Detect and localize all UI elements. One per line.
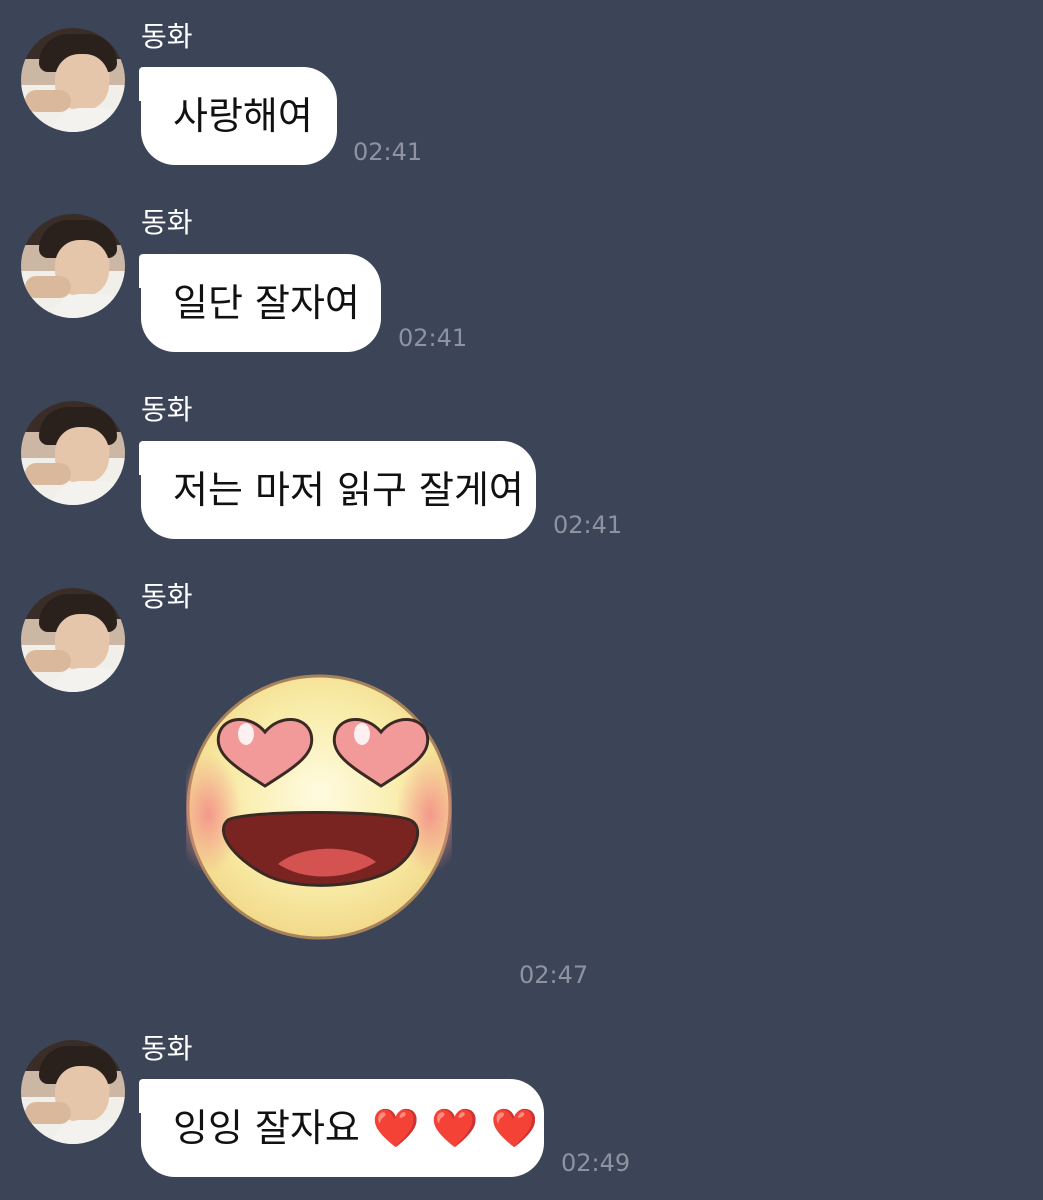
avatar-hand: [25, 650, 71, 672]
avatar[interactable]: [21, 1040, 125, 1144]
heart-eyes-smiley-sticker[interactable]: [186, 674, 452, 940]
message-row: 동화 02:47: [0, 0, 1043, 1000]
sticker-eye-shine-right: [354, 723, 370, 745]
sender-name: 동화: [141, 1032, 193, 1065]
message-text: 잉잉 잘자요: [173, 1106, 360, 1150]
avatar[interactable]: [21, 588, 125, 692]
sender-name: 동화: [141, 580, 193, 613]
avatar-hand: [25, 1102, 71, 1124]
sticker-eye-shine-left: [238, 723, 254, 745]
message-timestamp: 02:49: [561, 1149, 631, 1177]
message-timestamp: 02:47: [519, 961, 589, 989]
heart-emoji-icon: ❤️: [490, 1106, 539, 1150]
heart-emoji-icon: ❤️: [371, 1106, 420, 1150]
heart-emoji-icon: ❤️: [431, 1106, 479, 1150]
message-row: 동화 잉잉 잘자요 ❤️ ❤️ ❤️ 02:49: [0, 1026, 1043, 1200]
chat-thread: 동화 사랑해여 02:41 동화 일단 잘자여 02:41 동화 저는 마저 읽…: [0, 0, 1043, 1200]
message-bubble[interactable]: 잉잉 잘자요 ❤️ ❤️ ❤️: [139, 1079, 544, 1177]
